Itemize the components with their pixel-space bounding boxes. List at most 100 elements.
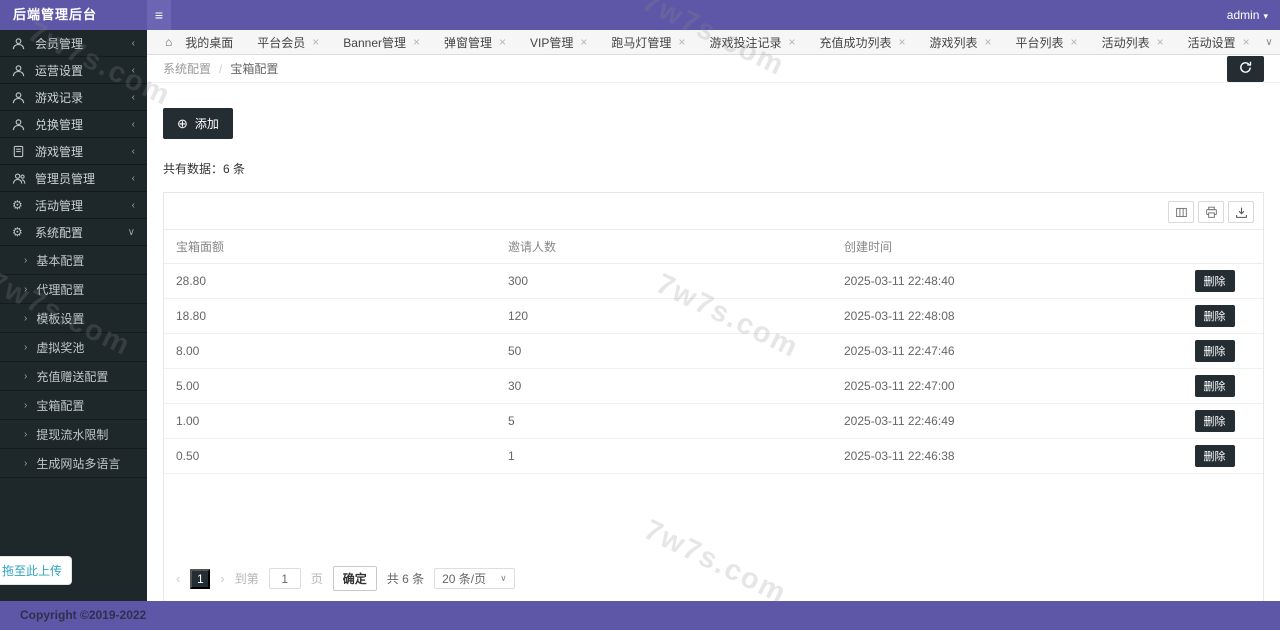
sidebar-item-activity-management[interactable]: ⚙ 活动管理 ‹: [0, 192, 147, 219]
sidebar-item-label: 会员管理: [35, 35, 83, 52]
chevron-down-icon: ∨: [128, 227, 135, 238]
delete-button[interactable]: 删除: [1195, 305, 1235, 327]
plus-circle-icon: ⊕: [177, 116, 188, 132]
delete-button[interactable]: 删除: [1195, 270, 1235, 292]
drag-upload-button[interactable]: 拖至此上传: [0, 556, 72, 585]
close-icon[interactable]: ×: [898, 35, 905, 49]
tab-platform-list[interactable]: 平台列表×: [1004, 30, 1090, 55]
sidebar-item-label: 活动管理: [35, 197, 83, 214]
chevron-down-icon: ∨: [500, 573, 507, 584]
sidebar-subitem-basic-config[interactable]: › 基本配置: [0, 246, 147, 275]
sidebar-item-game-management[interactable]: 游戏管理 ‹: [0, 138, 147, 165]
tab-activity-list[interactable]: 活动列表 ×: [1090, 30, 1176, 55]
chevron-left-icon: ‹: [132, 200, 135, 211]
table-row: 8.00 50 2025-03-11 22:47:46 删除: [164, 334, 1263, 369]
sidebar-subitem-agent-config[interactable]: › 代理配置: [0, 275, 147, 304]
tab-label: 活动列表: [1102, 34, 1150, 51]
close-icon[interactable]: ×: [413, 35, 420, 49]
sidebar-subitem-label: 提现流水限制: [36, 426, 108, 443]
chevron-left-icon: ‹: [132, 38, 135, 49]
cell-created: 2025-03-11 22:47:00: [832, 369, 1166, 404]
print-icon[interactable]: [1198, 201, 1224, 223]
sidebar-item-members[interactable]: 会员管理 ‹: [0, 30, 147, 57]
tab-recharge-success[interactable]: 充值成功列表×: [807, 30, 917, 55]
user-menu[interactable]: admin▾: [1227, 0, 1268, 31]
tab-bet-records[interactable]: 游戏投注记录×: [697, 30, 807, 55]
sidebar-subitem-label: 模板设置: [36, 310, 84, 327]
tab-banner[interactable]: Banner管理×: [331, 30, 432, 55]
page-1-button[interactable]: 1: [190, 569, 210, 589]
breadcrumb-parent[interactable]: 系统配置: [163, 60, 211, 77]
close-icon[interactable]: ×: [788, 35, 795, 49]
tab-vip[interactable]: VIP管理×: [518, 30, 599, 55]
columns-icon[interactable]: [1168, 201, 1194, 223]
delete-button[interactable]: 删除: [1195, 340, 1235, 362]
sidebar-item-system-config[interactable]: ⚙ 系统配置 ∨: [0, 219, 147, 246]
sidebar-item-admin-management[interactable]: 管理员管理 ‹: [0, 165, 147, 192]
sidebar-item-game-records[interactable]: 游戏记录 ‹: [0, 84, 147, 111]
cell-amount: 18.80: [164, 299, 496, 334]
close-icon[interactable]: ×: [678, 35, 685, 49]
sidebar-subitem-label: 生成网站多语言: [36, 455, 120, 472]
cell-amount: 5.00: [164, 369, 496, 404]
tab-platform-members[interactable]: 平台会员×: [245, 30, 331, 55]
chevron-down-icon[interactable]: ∨: [1258, 30, 1280, 55]
delete-button[interactable]: 删除: [1195, 445, 1235, 467]
refresh-button[interactable]: [1227, 56, 1264, 82]
close-icon[interactable]: ×: [1157, 35, 1164, 49]
tab-marquee[interactable]: 跑马灯管理×: [599, 30, 697, 55]
sidebar-subitem-label: 基本配置: [36, 252, 84, 269]
table-row: 18.80 120 2025-03-11 22:48:08 删除: [164, 299, 1263, 334]
total-count-text: 共 6 条: [387, 570, 424, 587]
goto-page-prefix: 到第: [235, 570, 259, 587]
close-icon[interactable]: ×: [1071, 35, 1078, 49]
sidebar-item-operations[interactable]: 运营设置 ‹: [0, 57, 147, 84]
chevron-right-icon: ›: [24, 371, 27, 382]
user-icon: [12, 64, 27, 77]
cell-created: 2025-03-11 22:46:49: [832, 404, 1166, 439]
add-button[interactable]: ⊕ 添加: [163, 108, 233, 139]
tab-activity-settings[interactable]: 活动设置×: [1176, 30, 1262, 55]
delete-button[interactable]: 删除: [1195, 375, 1235, 397]
sidebar-subitem-multilanguage[interactable]: › 生成网站多语言: [0, 449, 147, 478]
delete-button[interactable]: 删除: [1195, 410, 1235, 432]
tab-label: 我的桌面: [185, 34, 233, 51]
sidebar: 会员管理 ‹ 运营设置 ‹ 游戏记录 ‹ 兑换管理 ‹ 游戏管理 ‹ 管理员管理…: [0, 30, 147, 601]
cell-created: 2025-03-11 22:46:38: [832, 439, 1166, 474]
sidebar-subitem-label: 虚拟奖池: [36, 339, 84, 356]
sidebar-subitem-label: 充值赠送配置: [36, 368, 108, 385]
goto-page-input[interactable]: [269, 568, 301, 589]
sidebar-subitem-withdraw-limit[interactable]: › 提现流水限制: [0, 420, 147, 449]
close-icon[interactable]: ×: [985, 35, 992, 49]
cell-invites: 1: [496, 439, 832, 474]
tab-game-list[interactable]: 游戏列表×: [918, 30, 1004, 55]
chevron-right-icon: ›: [24, 342, 27, 353]
cell-invites: 120: [496, 299, 832, 334]
column-header-actions: [1166, 230, 1263, 264]
tab-home[interactable]: ⌂ 我的桌面: [153, 30, 245, 55]
file-icon: [12, 145, 27, 158]
sidebar-subitem-template-settings[interactable]: › 模板设置: [0, 304, 147, 333]
chevron-right-icon: ›: [24, 255, 27, 266]
close-icon[interactable]: ×: [499, 35, 506, 49]
breadcrumb-separator: /: [219, 62, 222, 76]
close-icon[interactable]: ×: [312, 35, 319, 49]
tab-popup[interactable]: 弹窗管理×: [432, 30, 518, 55]
main-area: ⌂ 我的桌面 平台会员× Banner管理× 弹窗管理× VIP管理× 跑马灯管…: [147, 30, 1280, 601]
export-icon[interactable]: [1228, 201, 1254, 223]
sidebar-subitem-virtual-pool[interactable]: › 虚拟奖池: [0, 333, 147, 362]
sidebar-subitem-treasure-box-config[interactable]: › 宝箱配置: [0, 391, 147, 420]
sidebar-subitem-recharge-bonus[interactable]: › 充值赠送配置: [0, 362, 147, 391]
confirm-button[interactable]: 确定: [333, 566, 377, 591]
sidebar-item-exchange[interactable]: 兑换管理 ‹: [0, 111, 147, 138]
close-icon[interactable]: ×: [1243, 35, 1250, 49]
cell-invites: 300: [496, 264, 832, 299]
breadcrumb: 系统配置 / 宝箱配置: [147, 55, 1280, 83]
next-page-icon[interactable]: ›: [220, 571, 224, 586]
chevron-right-icon: ›: [24, 284, 27, 295]
close-icon[interactable]: ×: [580, 35, 587, 49]
prev-page-icon[interactable]: ‹: [176, 571, 180, 586]
cell-invites: 5: [496, 404, 832, 439]
page-size-select[interactable]: 20 条/页 ∨: [434, 568, 515, 589]
hamburger-icon[interactable]: ≡: [147, 0, 171, 30]
